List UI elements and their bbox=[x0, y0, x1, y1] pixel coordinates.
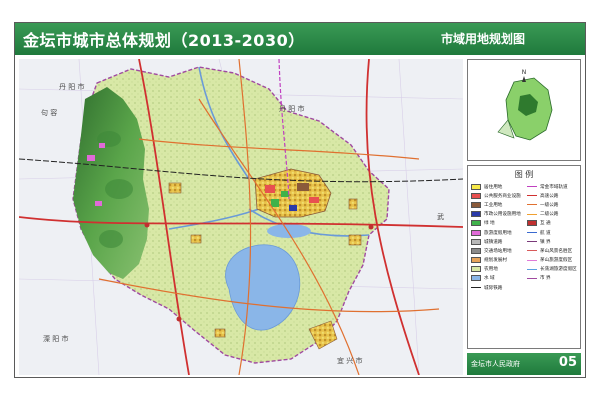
legend-item: 二级公路 bbox=[524, 210, 580, 219]
legend-item: 一级公路 bbox=[524, 200, 580, 209]
legend-item: 城际铁路 bbox=[468, 283, 524, 292]
legend-item: 工业用地 bbox=[468, 200, 524, 209]
legend-item: 镇 界 bbox=[524, 237, 580, 246]
legend-item: 市 界 bbox=[524, 274, 580, 283]
legend-label: 镇 界 bbox=[540, 239, 551, 245]
legend-symbol bbox=[471, 238, 481, 245]
legend-label: 公共服务商业设施 bbox=[484, 193, 521, 199]
place-label-jurong: 句 容 bbox=[41, 108, 57, 117]
map-sheet: 金坛市城市总体规划（2013-2030） 市域用地规划图 丹 阳 市 丹 阳 市… bbox=[14, 22, 586, 378]
legend-item: 市政公用设施用地 bbox=[468, 210, 524, 219]
legend-label: 二级公路 bbox=[540, 212, 559, 218]
legend-item: 绿 地 bbox=[468, 219, 524, 228]
legend-symbol bbox=[527, 213, 537, 215]
place-label-danyang-west: 丹 阳 市 bbox=[59, 82, 84, 91]
sheet-number: 05 bbox=[558, 355, 577, 370]
legend-label: 城镇道路 bbox=[484, 239, 503, 245]
legend-item: 规划发展村 bbox=[468, 256, 524, 265]
legend-symbol bbox=[471, 192, 481, 199]
legend-column-left: 居住用地公共服务商业设施 工业用地市政公用设施用地绿 地旅游度假用地 城镇道路交通场… bbox=[468, 182, 524, 292]
title-bar: 金坛市城市总体规划（2013-2030） 市域用地规划图 bbox=[15, 23, 585, 55]
legend-symbol bbox=[471, 220, 481, 227]
legend-column-right: 常金市域轨道 高速公路一级公路二级公路互 通航 道镇 界茅山风景名胜区 茅山旅游度假… bbox=[524, 182, 580, 283]
side-panel: N 图 例 居住用地公共服务商业设施 工业用地市政公用设施用地绿 地旅游度假用地城… bbox=[467, 59, 581, 375]
footer-bar: 金坛市人民政府 05 bbox=[467, 353, 581, 375]
issuer-label: 金坛市人民政府 bbox=[471, 360, 520, 368]
legend-label: 绿 地 bbox=[484, 221, 495, 227]
page-title: 金坛市城市总体规划（2013-2030） bbox=[23, 31, 305, 50]
city-lake bbox=[267, 224, 311, 238]
north-arrow-icon bbox=[522, 76, 526, 82]
place-label-danyang: 丹 阳 市 bbox=[279, 104, 304, 113]
legend-item: 航 道 bbox=[524, 228, 580, 237]
legend-symbol bbox=[471, 247, 481, 254]
place-label-yixing: 宜 兴 市 bbox=[337, 356, 362, 365]
legend-label: 交通场站用地 bbox=[484, 248, 512, 254]
legend-symbol bbox=[527, 259, 537, 261]
place-label-wu: 武 bbox=[437, 212, 444, 221]
legend-label: 规划发展村 bbox=[484, 258, 507, 264]
legend-label: 高速公路 bbox=[540, 193, 559, 199]
legend-label: 市政公用设施用地 bbox=[484, 212, 521, 218]
legend-label: 航 道 bbox=[540, 230, 551, 236]
location-inset: N bbox=[467, 59, 581, 161]
legend-label: 市 界 bbox=[540, 276, 551, 282]
legend-symbol bbox=[471, 229, 481, 236]
legend-item: 旅游度假用地 bbox=[468, 228, 524, 237]
place-label-liyang: 溧 阳 市 bbox=[43, 334, 68, 343]
map-subtitle: 市域用地规划图 bbox=[441, 32, 526, 46]
legend-symbol bbox=[527, 277, 537, 279]
legend-item: 长荡湖旅游度假区 bbox=[524, 265, 580, 274]
legend-title: 图 例 bbox=[514, 170, 534, 179]
legend-symbol bbox=[527, 186, 537, 188]
north-arrow-label: N bbox=[522, 69, 527, 76]
legend-label: 茅山旅游度假区 bbox=[540, 258, 573, 264]
land-use-map[interactable]: 丹 阳 市 丹 阳 市 句 容 溧 阳 市 宜 兴 市 武 bbox=[19, 59, 463, 375]
legend-item: 茅山旅游度假区 bbox=[524, 256, 580, 265]
legend-label: 茅山风景名胜区 bbox=[540, 248, 573, 254]
legend-label: 水 域 bbox=[484, 276, 495, 282]
legend-label: 一级公路 bbox=[540, 202, 559, 208]
legend-label: 常金市域轨道 bbox=[540, 184, 568, 190]
legend-symbol bbox=[471, 275, 481, 282]
legend-item: 水 域 bbox=[468, 274, 524, 283]
legend-label: 工业用地 bbox=[484, 202, 503, 208]
map-legend: 图 例 居住用地公共服务商业设施 工业用地市政公用设施用地绿 地旅游度假用地 城镇道… bbox=[467, 165, 581, 349]
legend-item: 公共服务商业设施 bbox=[468, 191, 524, 200]
legend-symbol bbox=[471, 287, 481, 289]
legend-symbol bbox=[527, 232, 537, 234]
legend-symbol bbox=[527, 241, 537, 243]
legend-item: 高速公路 bbox=[524, 191, 580, 200]
legend-symbol bbox=[471, 183, 481, 190]
legend-label: 互 通 bbox=[540, 221, 551, 227]
legend-symbol bbox=[471, 211, 481, 218]
legend-label: 城际铁路 bbox=[484, 285, 503, 291]
legend-symbol bbox=[527, 268, 537, 270]
legend-symbol bbox=[527, 250, 537, 252]
legend-item: 农用地 bbox=[468, 265, 524, 274]
legend-symbol bbox=[527, 204, 537, 206]
legend-label: 农用地 bbox=[484, 267, 498, 273]
legend-item: 常金市域轨道 bbox=[524, 182, 580, 191]
legend-symbol bbox=[527, 220, 537, 227]
legend-symbol bbox=[471, 266, 481, 273]
legend-item: 居住用地 bbox=[468, 182, 524, 191]
legend-symbol bbox=[527, 195, 537, 197]
legend-label: 长荡湖旅游度假区 bbox=[540, 267, 577, 273]
legend-item: 茅山风景名胜区 bbox=[524, 246, 580, 255]
map-canvas: 丹 阳 市 丹 阳 市 句 容 溧 阳 市 宜 兴 市 武 bbox=[19, 59, 463, 375]
inset-map: N bbox=[497, 69, 553, 141]
legend-item: 城镇道路 bbox=[468, 237, 524, 246]
legend-item: 互 通 bbox=[524, 219, 580, 228]
legend-label: 居住用地 bbox=[484, 184, 503, 190]
legend-symbol bbox=[471, 257, 481, 264]
legend-item: 交通场站用地 bbox=[468, 246, 524, 255]
legend-symbol bbox=[471, 201, 481, 208]
legend-label: 旅游度假用地 bbox=[484, 230, 512, 236]
